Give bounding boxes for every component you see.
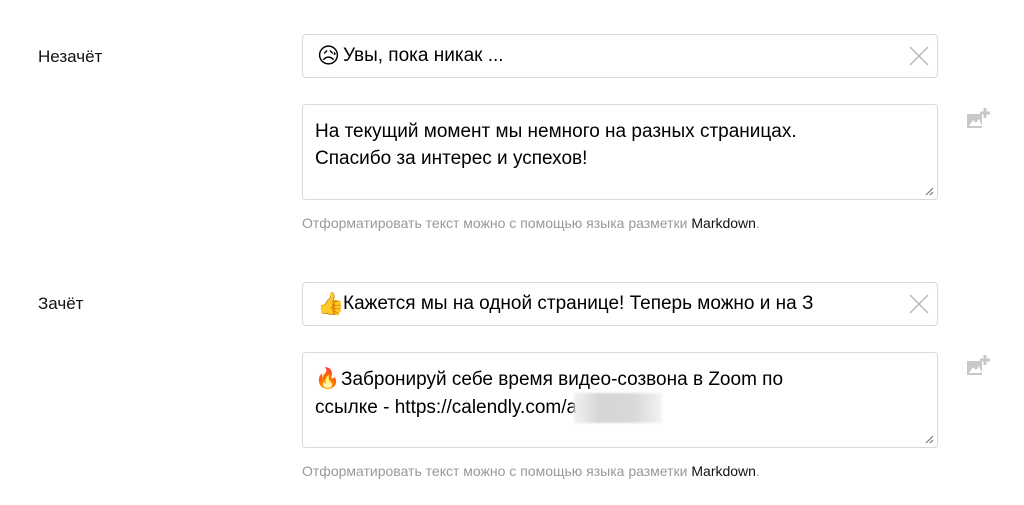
resize-handle-icon[interactable] (924, 434, 934, 444)
close-icon (909, 46, 929, 66)
pass-clear-button[interactable] (907, 292, 931, 316)
sad-face-emoji: 😥 (317, 43, 340, 68)
pass-markdown-link[interactable]: Markdown (691, 463, 756, 479)
close-icon (909, 294, 929, 314)
pass-label: Зачёт (38, 294, 84, 313)
fail-hint-text: Отформатировать текст можно с помощью яз… (302, 215, 692, 231)
fire-emoji: 🔥 (315, 368, 340, 390)
pass-title-input[interactable]: 👍Кажется мы на одной странице! Теперь мо… (302, 282, 938, 326)
fail-title-content: 😥 Увы, пока никак ... (317, 35, 899, 77)
fail-message-textarea[interactable]: На текущий момент мы немного на разных с… (302, 104, 938, 200)
fail-clear-button[interactable] (907, 44, 931, 68)
pass-message-line-1-text: Забронируй себе время видео-созвона в Zo… (341, 369, 784, 390)
redacted-link-blur (574, 393, 663, 423)
pass-message-line-2: ссылке - https://calendly.com/a (315, 393, 917, 423)
fail-label: Незачёт (38, 47, 103, 66)
pass-message-line-1: 🔥Забронируй себе время видео-созвона в Z… (315, 366, 917, 393)
add-image-icon[interactable] (965, 353, 991, 379)
add-image-icon[interactable] (965, 106, 991, 132)
fail-markdown-link[interactable]: Markdown (691, 215, 756, 231)
fail-message-content: На текущий момент мы немного на разных с… (315, 118, 917, 172)
thumbs-up-emoji: 👍 (317, 291, 345, 316)
fail-markdown-hint: Отформатировать текст можно с помощью яз… (302, 215, 760, 231)
fail-hint-end: . (755, 215, 760, 231)
pass-markdown-hint: Отформатировать текст можно с помощью яз… (302, 463, 760, 479)
resize-handle-icon[interactable] (924, 186, 934, 196)
pass-message-textarea[interactable]: 🔥Забронируй себе время видео-созвона в Z… (302, 352, 938, 448)
pass-title-value: Кажется мы на одной странице! Теперь мож… (343, 293, 814, 314)
fail-message-line-2: Спасибо за интерес и успехов! (315, 148, 588, 169)
pass-hint-end: . (755, 463, 760, 479)
fail-title-value: Увы, пока никак ... (343, 45, 504, 66)
fail-title-input[interactable]: 😥 Увы, пока никак ... (302, 34, 938, 78)
pass-message-content: 🔥Забронируй себе время видео-созвона в Z… (315, 366, 917, 423)
fail-message-line-1: На текущий момент мы немного на разных с… (315, 121, 797, 142)
pass-title-content: 👍Кажется мы на одной странице! Теперь мо… (317, 283, 899, 325)
pass-message-line-2-text: ссылке - https://calendly.com/a (315, 397, 578, 419)
pass-hint-text: Отформатировать текст можно с помощью яз… (302, 463, 692, 479)
